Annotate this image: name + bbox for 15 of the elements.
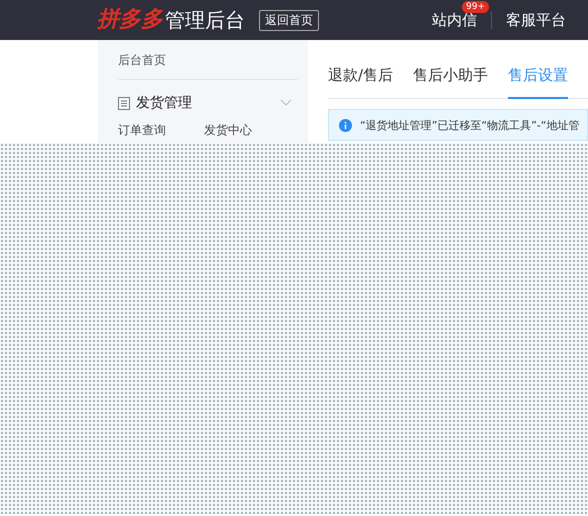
home-button[interactable]: 返回首页 bbox=[259, 10, 319, 30]
tab[interactable]: 退款/售后 bbox=[328, 66, 394, 99]
messages-link[interactable]: 站内信 bbox=[432, 11, 477, 29]
logo-brand: 拼多多 bbox=[97, 9, 163, 31]
sidebar-item[interactable]: 发货中心 bbox=[204, 122, 252, 139]
service-link[interactable]: 客服平台 bbox=[506, 10, 566, 30]
notice-text: “退货地址管理”已迁移至“物流工具”-“地址管 bbox=[360, 118, 580, 132]
info-icon bbox=[339, 118, 352, 132]
sidebar-group[interactable]: 发货管理 bbox=[136, 94, 192, 112]
tab[interactable]: 售后小助手 bbox=[413, 66, 488, 99]
sidebar-item[interactable]: 订单查询 bbox=[118, 122, 166, 139]
count-badge: 99+ bbox=[462, 1, 489, 13]
document-icon bbox=[118, 96, 130, 110]
logo-title: 管理后台 bbox=[165, 6, 245, 34]
chevron-icon[interactable] bbox=[280, 99, 292, 107]
